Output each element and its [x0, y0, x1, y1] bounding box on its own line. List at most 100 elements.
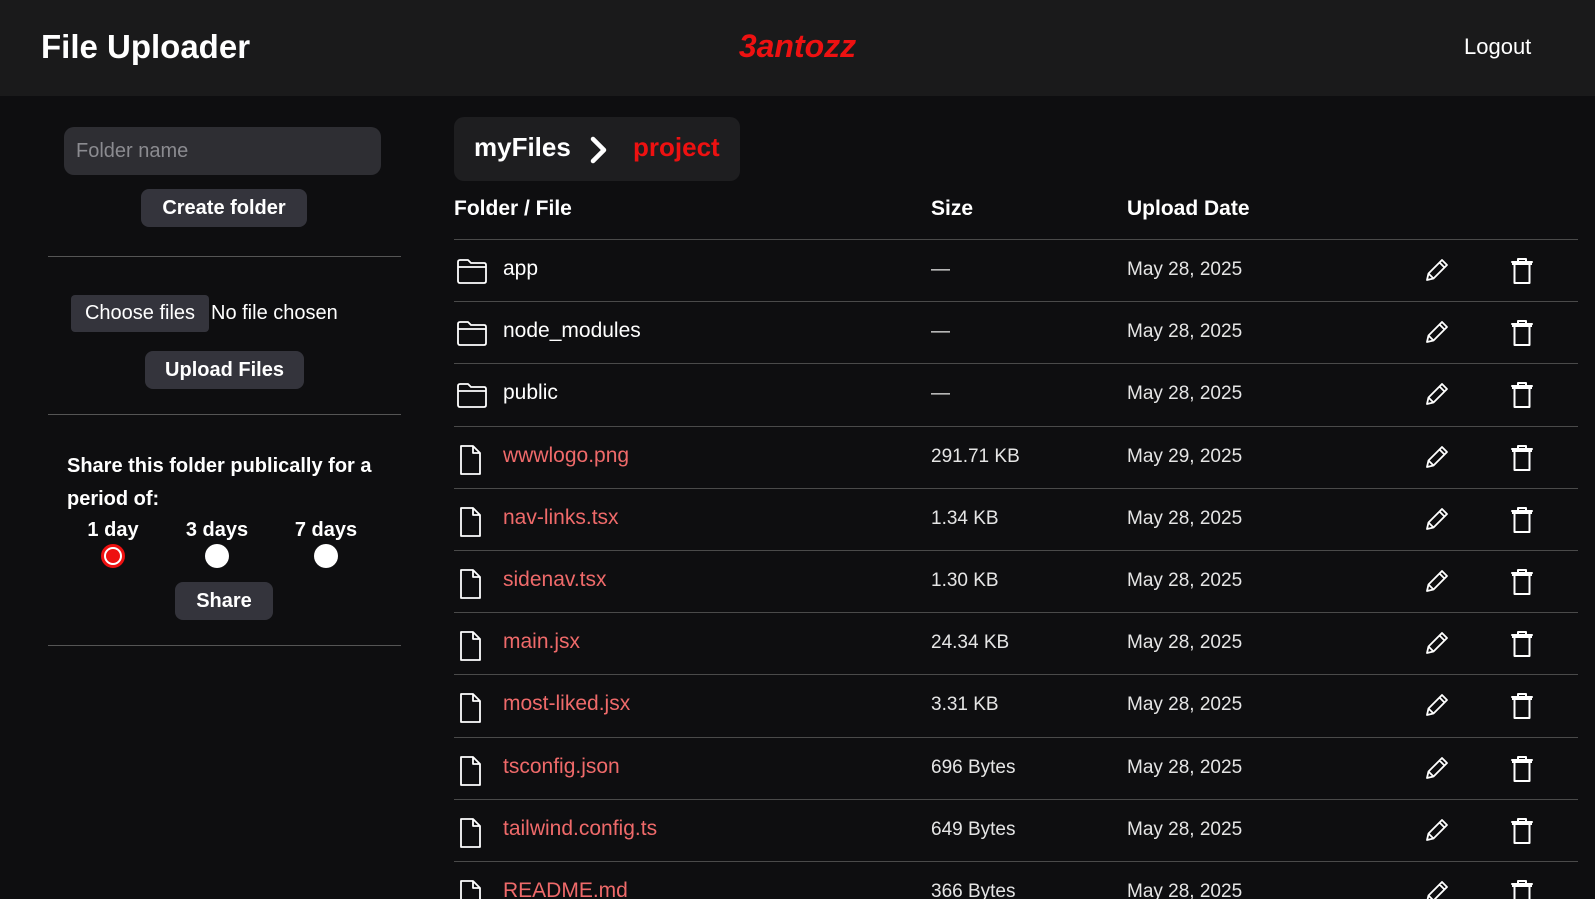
- item-name[interactable]: wwwlogo.png: [503, 444, 629, 468]
- share-option-7-days[interactable]: 7 days: [293, 519, 359, 573]
- create-folder-button[interactable]: Create folder: [141, 189, 307, 227]
- pencil-icon[interactable]: [1422, 317, 1452, 352]
- share-description: Share this folder publically for a perio…: [67, 455, 372, 510]
- breadcrumb: myFiles project: [454, 117, 740, 181]
- share-radio-1-day[interactable]: [101, 544, 125, 568]
- item-size: 649 Bytes: [931, 818, 1016, 840]
- table-row: nav-links.tsx 1.34 KB May 28, 2025: [454, 487, 1578, 551]
- item-upload-date: May 28, 2025: [1127, 881, 1243, 899]
- item-upload-date: May 28, 2025: [1127, 632, 1243, 654]
- column-header-date: Upload Date: [1127, 197, 1250, 220]
- item-name[interactable]: public: [503, 381, 558, 405]
- folder-icon: [456, 381, 488, 414]
- table-row: tailwind.config.ts 649 Bytes May 28, 202…: [454, 798, 1578, 862]
- pencil-icon[interactable]: [1422, 815, 1452, 850]
- item-upload-date: May 28, 2025: [1127, 694, 1243, 716]
- upload-files-button[interactable]: Upload Files: [145, 351, 304, 389]
- divider: [48, 414, 401, 415]
- item-size: —: [931, 383, 950, 405]
- table-row: public — May 28, 2025: [454, 363, 1578, 426]
- share-button[interactable]: Share: [175, 582, 273, 620]
- item-name[interactable]: most-liked.jsx: [503, 692, 630, 716]
- item-name[interactable]: node_modules: [503, 319, 641, 343]
- logout-link[interactable]: Logout: [1464, 34, 1531, 60]
- item-upload-date: May 28, 2025: [1127, 259, 1243, 280]
- item-name[interactable]: tsconfig.json: [503, 755, 620, 779]
- file-icon: [456, 506, 484, 543]
- trash-icon[interactable]: [1509, 753, 1535, 790]
- trash-icon[interactable]: [1509, 504, 1535, 541]
- trash-icon[interactable]: [1509, 566, 1535, 603]
- item-upload-date: May 28, 2025: [1127, 507, 1243, 529]
- item-name[interactable]: sidenav.tsx: [503, 568, 607, 592]
- file-icon: [456, 568, 484, 605]
- trash-icon[interactable]: [1509, 442, 1535, 479]
- item-size: 24.34 KB: [931, 632, 1010, 654]
- table-row: main.jsx 24.34 KB May 28, 2025: [454, 612, 1578, 675]
- trash-icon[interactable]: [1509, 317, 1535, 354]
- table-row: app — May 28, 2025: [454, 239, 1578, 302]
- chevron-right-icon: [588, 135, 610, 170]
- item-size: 291.71 KB: [931, 445, 1020, 467]
- trash-icon[interactable]: [1509, 379, 1535, 416]
- top-bar: File Uploader 3antozz Logout: [0, 0, 1595, 96]
- column-header-name: Folder / File: [454, 197, 572, 220]
- divider: [48, 256, 401, 257]
- item-name[interactable]: README.md: [503, 879, 628, 899]
- pencil-icon[interactable]: [1422, 877, 1452, 899]
- item-upload-date: May 28, 2025: [1127, 321, 1243, 343]
- trash-icon[interactable]: [1509, 255, 1535, 292]
- pencil-icon[interactable]: [1422, 255, 1452, 290]
- item-upload-date: May 28, 2025: [1127, 383, 1243, 405]
- item-name[interactable]: main.jsx: [503, 630, 580, 654]
- item-upload-date: May 28, 2025: [1127, 818, 1243, 840]
- pencil-icon[interactable]: [1422, 504, 1452, 539]
- item-size: —: [931, 321, 950, 343]
- file-icon: [456, 879, 484, 899]
- app-title: File Uploader: [41, 28, 251, 65]
- share-option-3-days[interactable]: 3 days: [184, 519, 250, 573]
- pencil-icon[interactable]: [1422, 442, 1452, 477]
- folder-icon: [456, 319, 488, 352]
- column-header-size: Size: [931, 197, 974, 220]
- divider: [48, 645, 401, 646]
- pencil-icon[interactable]: [1422, 379, 1452, 414]
- item-size: 3.31 KB: [931, 694, 999, 716]
- item-size: 696 Bytes: [931, 756, 1016, 778]
- share-radio-3-days[interactable]: [205, 544, 229, 568]
- share-radio-7-days[interactable]: [314, 544, 338, 568]
- share-option-label: 1 day: [87, 519, 139, 541]
- folder-name-input[interactable]: [64, 127, 381, 175]
- pencil-icon[interactable]: [1422, 566, 1452, 601]
- table-row: wwwlogo.png 291.71 KB May 29, 2025: [454, 425, 1578, 489]
- file-icon: [456, 630, 484, 667]
- folder-icon: [456, 257, 488, 290]
- table-row: README.md 366 Bytes May 28, 2025: [454, 861, 1578, 899]
- item-size: 366 Bytes: [931, 881, 1016, 899]
- item-size: 1.34 KB: [931, 507, 999, 529]
- trash-icon[interactable]: [1509, 815, 1535, 852]
- pencil-icon[interactable]: [1422, 628, 1452, 663]
- pencil-icon[interactable]: [1422, 753, 1452, 788]
- breadcrumb-root[interactable]: myFiles: [474, 132, 571, 163]
- item-name[interactable]: app: [503, 257, 538, 281]
- item-size: —: [931, 259, 950, 280]
- choose-files-button[interactable]: Choose files: [71, 295, 209, 332]
- item-upload-date: May 28, 2025: [1127, 570, 1243, 591]
- trash-icon[interactable]: [1509, 877, 1535, 899]
- trash-icon[interactable]: [1509, 690, 1535, 727]
- trash-icon[interactable]: [1509, 628, 1535, 665]
- item-name[interactable]: tailwind.config.ts: [503, 817, 657, 841]
- share-option-label: 7 days: [294, 519, 358, 541]
- file-status-text: No file chosen: [211, 302, 338, 324]
- pencil-icon[interactable]: [1422, 690, 1452, 725]
- username-label: 3antozz: [738, 28, 857, 64]
- item-upload-date: May 28, 2025: [1127, 756, 1243, 778]
- file-icon: [456, 444, 484, 481]
- share-option-label: 3 days: [185, 519, 249, 541]
- item-upload-date: May 29, 2025: [1127, 445, 1243, 467]
- share-option-1-day[interactable]: 1 day: [87, 519, 139, 573]
- file-icon: [456, 755, 484, 792]
- item-name[interactable]: nav-links.tsx: [503, 506, 619, 530]
- table-row: node_modules — May 28, 2025: [454, 301, 1578, 364]
